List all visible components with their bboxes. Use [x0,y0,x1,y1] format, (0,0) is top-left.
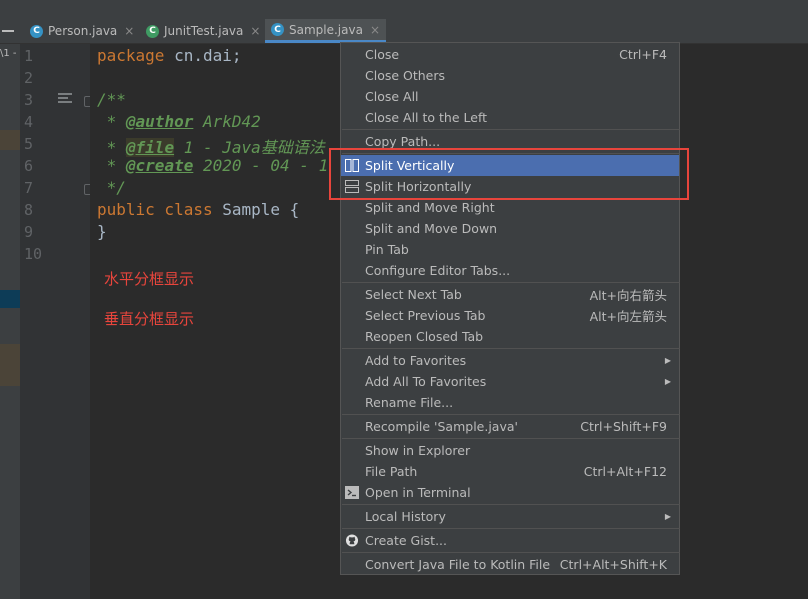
close-icon[interactable]: × [124,24,134,38]
menu-item-add-all-to-favorites[interactable]: Add All To Favorites ▶ [341,371,679,392]
menu-separator [342,348,680,349]
menu-separator [342,438,680,439]
java-class-icon: C [146,24,159,38]
implement-marker-icon[interactable] [58,93,72,105]
tab-context-menu: Close Ctrl+F4 Close Others Close All Clos… [340,42,680,575]
menu-item-reopen-closed-tab[interactable]: Reopen Closed Tab [341,326,679,347]
menu-item-split-move-right[interactable]: Split and Move Right [341,197,679,218]
code-line: /** [97,90,126,109]
line-number: 7 [24,179,34,197]
menu-separator [342,129,680,130]
line-number: 9 [24,223,34,241]
menu-separator [342,552,680,553]
menu-separator [342,414,680,415]
menu-item-close-all-left[interactable]: Close All to the Left [341,107,679,128]
close-icon[interactable]: × [250,24,260,38]
menu-item-recompile[interactable]: Recompile 'Sample.java' Ctrl+Shift+F9 [341,416,679,437]
menu-item-select-next-tab[interactable]: Select Next Tab Alt+向右箭头 [341,284,679,305]
menu-item-open-in-terminal[interactable]: Open in Terminal [341,482,679,503]
close-icon[interactable]: × [370,23,380,37]
line-number: 5 [24,135,34,153]
submenu-arrow-icon: ▶ [664,377,671,386]
java-class-icon: C [30,24,43,38]
left-strip-marker [0,290,20,308]
menu-item-add-to-favorites[interactable]: Add to Favorites ▶ [341,350,679,371]
tab-bar-menu-icon[interactable] [2,30,14,32]
top-strip [0,0,808,20]
code-line: * @file 1 - Java基础语法 [97,138,325,157]
menu-separator [342,282,680,283]
line-number: 6 [24,157,34,175]
highlight-box [329,148,689,200]
code-line: * @author ArkD42 [97,112,261,131]
java-class-icon: C [271,23,284,36]
submenu-arrow-icon: ▶ [664,356,671,365]
line-number: 8 [24,201,34,219]
github-icon [345,534,359,547]
tab-label: JunitTest.java [164,24,244,38]
menu-separator [342,504,680,505]
menu-item-convert-to-kotlin[interactable]: Convert Java File to Kotlin File Ctrl+Alt… [341,554,679,575]
line-number: 2 [24,69,34,87]
menu-item-rename-file[interactable]: Rename File... [341,392,679,413]
menu-item-select-previous-tab[interactable]: Select Previous Tab Alt+向左箭头 [341,305,679,326]
tab-junittest-java[interactable]: C JunitTest.java × [140,19,266,43]
menu-item-local-history[interactable]: Local History ▶ [341,506,679,527]
tab-label: Sample.java [289,22,363,37]
line-number: 1 [24,47,34,65]
menu-item-close-others[interactable]: Close Others [341,65,679,86]
code-line: */ [97,178,126,197]
menu-item-split-move-down[interactable]: Split and Move Down [341,218,679,239]
menu-item-close-all[interactable]: Close All [341,86,679,107]
menu-item-configure-tabs[interactable]: Configure Editor Tabs... [341,260,679,281]
left-tool-strip: \1 - [0,44,20,599]
tab-sample-java[interactable]: C Sample.java × [265,19,387,43]
menu-item-pin-tab[interactable]: Pin Tab [341,239,679,260]
left-strip-marker [0,344,20,386]
editor-tab-bar: C Person.java × C JunitTest.java × C Sam… [0,19,808,44]
left-strip-text: \1 - [0,48,17,59]
menu-item-close[interactable]: Close Ctrl+F4 [341,44,679,65]
menu-item-file-path[interactable]: File Path Ctrl+Alt+F12 [341,461,679,482]
line-number: 4 [24,113,34,131]
line-number: 10 [24,245,43,263]
menu-item-show-in-explorer[interactable]: Show in Explorer [341,440,679,461]
menu-item-create-gist[interactable]: Create Gist... [341,530,679,551]
code-line: } [97,222,107,241]
code-line: package cn.dai; [97,46,242,65]
menu-separator [342,528,680,529]
annotation-vertical: 垂直分框显示 [104,310,195,328]
tab-person-java[interactable]: C Person.java × [24,19,140,43]
code-line: * @create 2020 - 04 - 1 [97,156,329,175]
code-line: public class Sample { [97,200,300,219]
annotation-horizontal: 水平分框显示 [104,270,195,288]
left-strip-marker [0,130,20,150]
line-number: 3 [24,91,34,109]
terminal-icon [345,486,359,499]
tab-label: Person.java [48,24,118,38]
submenu-arrow-icon: ▶ [664,512,671,521]
